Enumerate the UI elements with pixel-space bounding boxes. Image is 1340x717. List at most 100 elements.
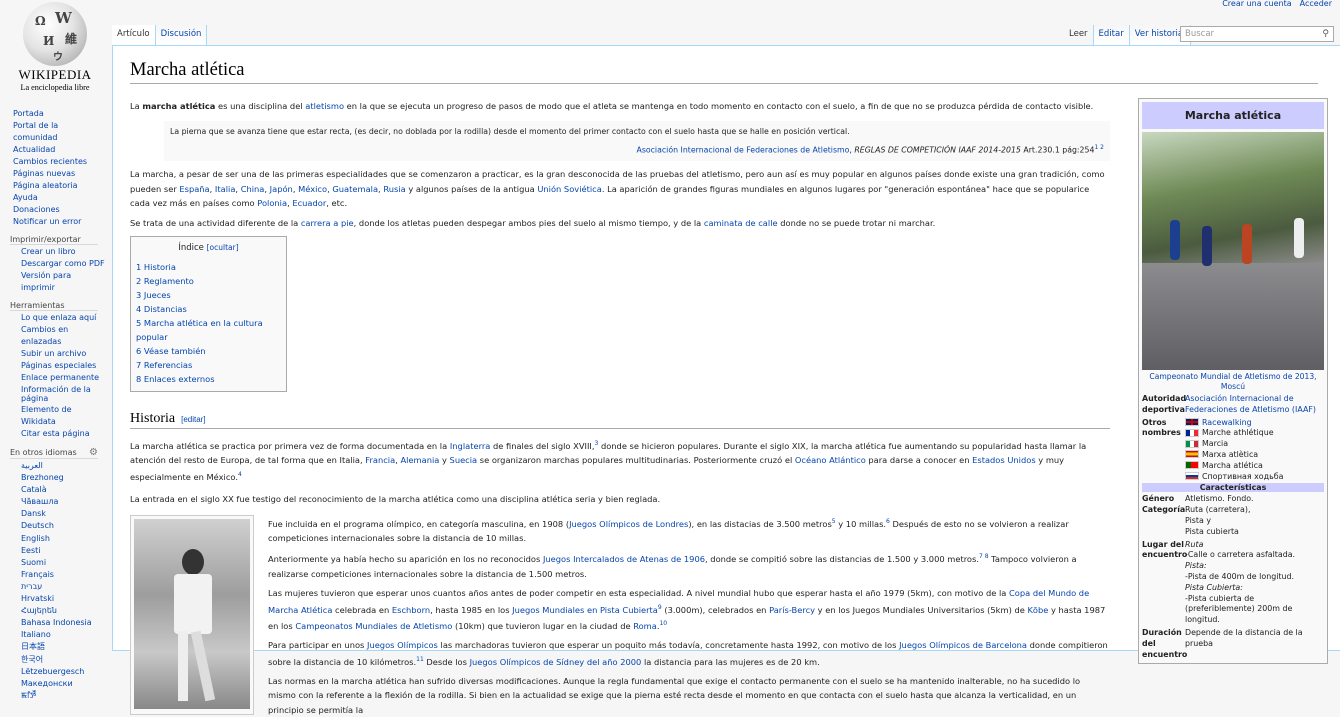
inline-link[interactable]: Guatemala: [332, 184, 378, 194]
sidebar-item[interactable]: Elemento de Wikidata: [21, 404, 107, 428]
sidebar-item[interactable]: Cambios recientes: [13, 156, 99, 168]
sidebar-item[interactable]: Citar esta página: [21, 428, 107, 440]
sidebar-item[interactable]: Actualidad: [13, 144, 99, 156]
login-link[interactable]: Acceder: [1300, 0, 1332, 8]
language-link[interactable]: العربية: [21, 460, 107, 472]
toc-item[interactable]: 7 Referencias: [136, 358, 281, 372]
sidebar-item[interactable]: Lo que enlaza aquí: [21, 312, 107, 324]
inline-link[interactable]: China: [241, 184, 265, 194]
language-link[interactable]: Deutsch: [21, 520, 107, 532]
sidebar-item[interactable]: Descargar como PDF: [21, 258, 107, 270]
language-link[interactable]: 日本語: [21, 641, 107, 653]
language-link[interactable]: 한국어: [21, 654, 107, 666]
toc-item[interactable]: 6 Véase también: [136, 344, 281, 358]
language-link[interactable]: Dansk: [21, 508, 107, 520]
tab-edit[interactable]: Editar: [1092, 25, 1130, 45]
toc-item[interactable]: 1 Historia: [136, 260, 281, 274]
sidebar-item[interactable]: Donaciones: [13, 204, 99, 216]
language-link[interactable]: Hrvatski: [21, 593, 107, 605]
toc-item[interactable]: 8 Enlaces externos: [136, 372, 281, 386]
inline-link[interactable]: Eschborn: [392, 604, 430, 614]
inline-link[interactable]: París-Bercy: [769, 604, 815, 614]
inline-link[interactable]: Juegos Olímpicos: [367, 640, 438, 650]
inline-link[interactable]: Kōbe: [1027, 604, 1048, 614]
inline-link[interactable]: Juegos Intercalados de Atenas de 1906: [543, 554, 705, 564]
inline-link[interactable]: México: [298, 184, 327, 194]
inline-link[interactable]: Francia: [365, 455, 395, 465]
language-link[interactable]: Français: [21, 569, 107, 581]
search-icon[interactable]: ⚲: [1322, 29, 1329, 39]
language-link[interactable]: Suomi: [21, 557, 107, 569]
reference-link[interactable]: 11: [416, 656, 424, 663]
sidebar-item[interactable]: Subir un archivo: [21, 348, 107, 360]
inline-link[interactable]: atletismo: [305, 101, 344, 111]
reference-link[interactable]: 1 2: [1094, 144, 1104, 151]
inline-link[interactable]: Ecuador: [292, 198, 326, 208]
sidebar-item[interactable]: Cambios en enlazadas: [21, 324, 107, 348]
inline-link[interactable]: Juegos Olímpicos de Londres: [569, 518, 688, 528]
inline-link[interactable]: Juegos Olímpicos de Sídney del año 2000: [470, 656, 642, 666]
sidebar-item[interactable]: Portal de la comunidad: [13, 120, 99, 144]
inline-link[interactable]: Alemania: [400, 455, 439, 465]
reference-link[interactable]: 10: [659, 620, 667, 627]
inline-link[interactable]: Polonia: [257, 198, 287, 208]
sidebar-item[interactable]: Crear un libro: [21, 246, 107, 258]
language-link[interactable]: Italiano: [21, 629, 107, 641]
language-link[interactable]: Lëtzebuergesch: [21, 666, 107, 678]
inline-link[interactable]: Océano Atlántico: [795, 455, 866, 465]
tools-heading[interactable]: Herramientas: [10, 301, 98, 311]
inline-link[interactable]: España: [179, 184, 209, 194]
infobox-caption[interactable]: Campeonato Mundial de Atletismo de 2013,…: [1142, 372, 1324, 392]
language-link[interactable]: עברית: [21, 581, 107, 593]
sidebar-item[interactable]: Versión para imprimir: [21, 270, 107, 294]
language-link[interactable]: Bahasa Indonesia: [21, 617, 107, 629]
inline-link[interactable]: Roma: [633, 621, 657, 631]
inline-link[interactable]: Unión Soviética: [537, 184, 601, 194]
tab-read[interactable]: Leer: [1064, 25, 1093, 45]
language-link[interactable]: English: [21, 533, 107, 545]
inline-link[interactable]: carrera a pie: [301, 218, 354, 228]
sidebar-item[interactable]: Páginas nuevas: [13, 168, 99, 180]
reference-link[interactable]: 4: [238, 471, 242, 478]
sidebar-item[interactable]: Páginas especiales: [21, 360, 107, 372]
toc-item[interactable]: 5 Marcha atlética en la cultura popular: [136, 316, 281, 344]
sidebar-item[interactable]: Portada: [13, 108, 99, 120]
tab-talk[interactable]: Discusión: [155, 25, 208, 45]
sidebar-item[interactable]: Información de la página: [21, 385, 107, 403]
toc-toggle[interactable]: [ocultar]: [207, 243, 239, 252]
create-account-link[interactable]: Crear una cuenta: [1222, 0, 1291, 8]
inline-link[interactable]: Campeonatos Mundiales de Atletismo: [295, 621, 452, 631]
sidebar-item[interactable]: Notificar un error: [13, 216, 99, 228]
language-link[interactable]: Македонски: [21, 678, 107, 690]
inline-link[interactable]: Juegos Mundiales en Pista Cubierta: [512, 604, 658, 614]
language-link[interactable]: ꯃꯤꯇꯩ: [21, 690, 107, 702]
reference-link[interactable]: 7 8: [979, 553, 989, 560]
toc-item[interactable]: 2 Reglamento: [136, 274, 281, 288]
wikipedia-logo[interactable]: Ω W 維 И ウ Wikipedia La enciclopedia libr…: [10, 2, 100, 102]
inline-link[interactable]: Juegos Olímpicos de Barcelona: [899, 640, 1027, 650]
language-link[interactable]: Հայերեն: [21, 605, 107, 617]
language-link[interactable]: Brezhoneg: [21, 472, 107, 484]
inline-link[interactable]: Italia: [215, 184, 235, 194]
edit-section-link[interactable]: [editar]: [181, 415, 205, 424]
inline-link[interactable]: caminata de calle: [704, 218, 778, 228]
sidebar-item[interactable]: Página aleatoria: [13, 180, 99, 192]
gear-icon[interactable]: ⚙: [89, 447, 98, 458]
tab-article[interactable]: Artículo: [112, 25, 156, 45]
toc-item[interactable]: 4 Distancias: [136, 302, 281, 316]
language-link[interactable]: Чӑвашла: [21, 496, 107, 508]
inline-link[interactable]: Rusia: [383, 184, 405, 194]
sidebar-item[interactable]: Ayuda: [13, 192, 99, 204]
print-heading[interactable]: Imprimir/exportar: [10, 235, 98, 245]
infobox-image[interactable]: [1142, 132, 1324, 370]
sidebar-item[interactable]: Enlace permanente: [21, 372, 107, 384]
authority-link[interactable]: Asociación Internacional de Federaciones…: [1185, 394, 1324, 416]
inline-link[interactable]: Japón: [270, 184, 293, 194]
other-name-link[interactable]: Racewalking: [1202, 418, 1252, 427]
toc-item[interactable]: 3 Jueces: [136, 288, 281, 302]
inline-link[interactable]: Inglaterra: [450, 441, 490, 451]
inline-link[interactable]: Suecia: [450, 455, 478, 465]
inline-link[interactable]: Estados Unidos: [972, 455, 1036, 465]
historic-photo-thumbnail[interactable]: [130, 514, 254, 715]
language-link[interactable]: Català: [21, 484, 107, 496]
